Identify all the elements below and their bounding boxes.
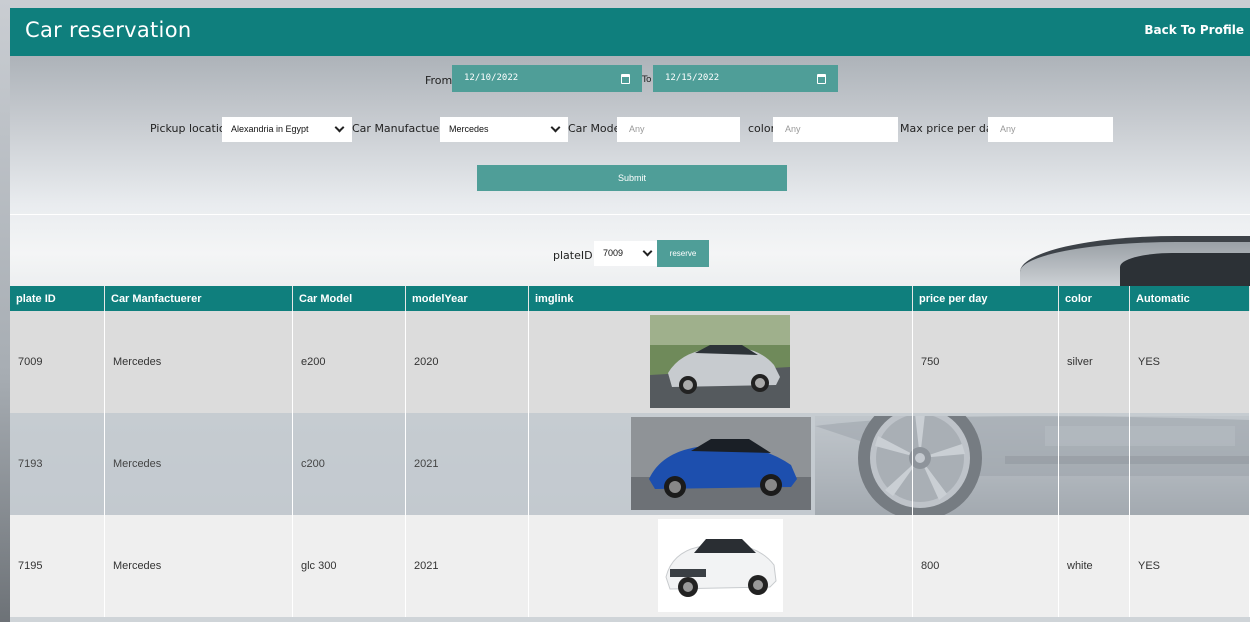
image-cell <box>528 515 913 617</box>
background-car-window <box>1120 253 1250 288</box>
plateid-label: plateID <box>553 249 593 262</box>
to-label: To <box>642 75 652 85</box>
table-row[interactable]: 7193 Mercedes c200 2021 <box>10 413 1250 515</box>
plateid-value: 7009 <box>603 248 624 258</box>
submit-button[interactable]: Submit <box>477 165 787 191</box>
year-cell: 2021 <box>405 515 529 617</box>
chevron-down-icon <box>550 122 561 133</box>
reserve-button[interactable]: reserve <box>657 240 709 267</box>
car-model-input[interactable]: Any <box>617 117 740 142</box>
car-image-glc300 <box>658 519 783 612</box>
image-cell <box>528 311 913 413</box>
column-header: Car Model <box>292 286 406 311</box>
color-label: color <box>748 122 776 135</box>
car-image-e200 <box>650 315 790 408</box>
model-cell: e200 <box>292 311 406 413</box>
car-manufacturer-select[interactable]: Mercedes <box>440 117 568 142</box>
pickup-location-value: Alexandria in Egypt <box>231 124 309 134</box>
model-cell: glc 300 <box>292 515 406 617</box>
page-title: Car reservation <box>25 18 192 42</box>
table-header-row: plate ID Car Manfactuerer Car Model mode… <box>10 286 1250 311</box>
pickup-location-label: Pickup location <box>150 122 233 135</box>
price-cell: 800 <box>912 515 1059 617</box>
column-header: Automatic <box>1129 286 1250 311</box>
car-manufacturer-value: Mercedes <box>449 124 489 134</box>
from-date-input[interactable]: 12/10/2022 <box>452 65 642 92</box>
car-table: plate ID Car Manfactuerer Car Model mode… <box>10 286 1250 617</box>
column-header: imglink <box>528 286 913 311</box>
pickup-location-select[interactable]: Alexandria in Egypt <box>222 117 352 142</box>
car-image-c200 <box>631 417 811 510</box>
window-edge <box>0 0 10 622</box>
model-cell: c200 <box>292 413 406 515</box>
image-cell <box>528 413 913 515</box>
color-cell: silver <box>1058 311 1130 413</box>
color-input[interactable]: Any <box>773 117 898 142</box>
plate-id-cell: 7193 <box>10 413 105 515</box>
to-date-input[interactable]: 12/15/2022 <box>653 65 838 92</box>
back-to-profile-link[interactable]: Back To Profile <box>1144 23 1244 37</box>
calendar-icon[interactable] <box>817 74 826 84</box>
max-price-label: Max price per day <box>900 122 1000 135</box>
color-cell: white <box>1058 515 1130 617</box>
chevron-down-icon <box>334 122 345 133</box>
price-cell: 750 <box>912 311 1059 413</box>
column-header: color <box>1058 286 1130 311</box>
table-row[interactable]: 7195 Mercedes glc 300 2021 800 white YES <box>10 515 1250 617</box>
automatic-cell <box>1129 413 1250 515</box>
column-header: price per day <box>912 286 1059 311</box>
plate-id-cell: 7009 <box>10 311 105 413</box>
divider <box>10 214 1250 215</box>
color-cell <box>1058 413 1130 515</box>
header-bar: Car reservation Back To Profile <box>10 8 1250 56</box>
from-date-value: 12/10/2022 <box>464 73 519 83</box>
page: Car reservation Back To Profile From 12/… <box>10 8 1250 622</box>
to-date-value: 12/15/2022 <box>665 73 720 83</box>
price-cell <box>912 413 1059 515</box>
year-cell: 2021 <box>405 413 529 515</box>
year-cell: 2020 <box>405 311 529 413</box>
automatic-cell: YES <box>1129 311 1250 413</box>
manufacturer-cell: Mercedes <box>104 515 293 617</box>
chevron-down-icon <box>642 246 653 257</box>
column-header: plate ID <box>10 286 105 311</box>
car-model-label: Car Model <box>568 122 624 135</box>
max-price-input[interactable]: Any <box>988 117 1113 142</box>
column-header: Car Manfactuerer <box>104 286 293 311</box>
calendar-icon[interactable] <box>621 74 630 84</box>
column-header: modelYear <box>405 286 529 311</box>
table-row[interactable]: 7009 Mercedes e200 2020 750 silver YES <box>10 311 1250 413</box>
plate-id-cell: 7195 <box>10 515 105 617</box>
manufacturer-cell: Mercedes <box>104 311 293 413</box>
automatic-cell: YES <box>1129 515 1250 617</box>
manufacturer-cell: Mercedes <box>104 413 293 515</box>
from-label: From <box>425 74 453 87</box>
plateid-select[interactable]: 7009 <box>594 241 660 266</box>
